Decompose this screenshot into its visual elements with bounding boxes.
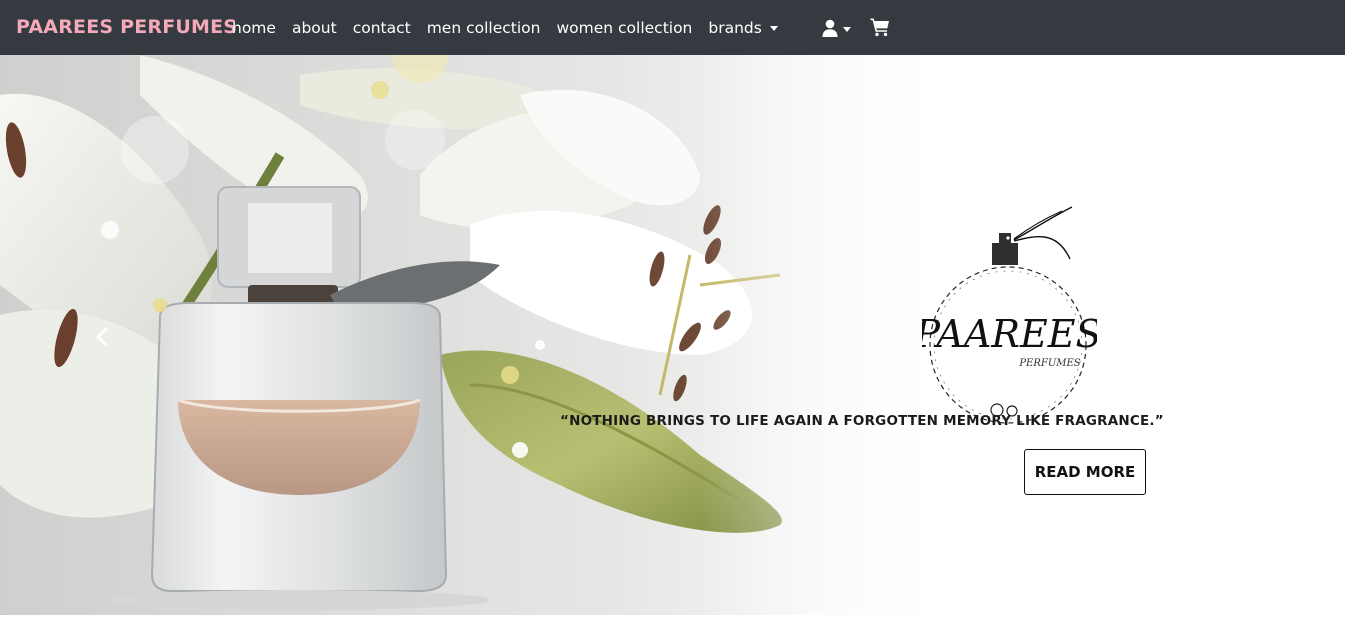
brand-logo-text[interactable]: PAAREES PERFUMES [16, 16, 237, 38]
nav-link-brands-label: brands [708, 18, 762, 37]
nav-link-about[interactable]: about [284, 19, 345, 37]
nav-link-contact[interactable]: contact [345, 19, 419, 37]
paarees-perfumes-logo: PAAREES PERFUMES [922, 206, 1097, 424]
nav-dropdown-brands[interactable]: brands [700, 19, 785, 37]
hero-quote: “NOTHING BRINGS TO LIFE AGAIN A FORGOTTE… [560, 413, 1164, 429]
carousel-prev-control[interactable] [82, 315, 122, 359]
user-account-dropdown[interactable] [822, 17, 851, 39]
perfume-lily-hero-image [0, 55, 1345, 615]
logo-subtitle: PERFUMES [1018, 358, 1080, 369]
chevron-left-icon [96, 327, 108, 347]
nav-links: home about contact men collection women … [224, 0, 786, 55]
nav-link-men-collection[interactable]: men collection [419, 19, 549, 37]
nav-link-women-collection[interactable]: women collection [548, 19, 700, 37]
top-navbar: PAAREES PERFUMES home about contact men … [0, 0, 1345, 55]
logo-title: PAAREES [922, 312, 1097, 356]
read-more-button[interactable]: READ MORE [1024, 449, 1146, 495]
nav-link-home[interactable]: home [224, 19, 284, 37]
shopping-cart-icon[interactable] [870, 17, 890, 37]
user-icon [822, 19, 838, 37]
caret-down-icon [843, 26, 851, 32]
hero-carousel: PAAREES PERFUMES “NOTHING BRINGS TO LIFE… [0, 55, 1345, 615]
caret-down-icon [769, 26, 778, 31]
